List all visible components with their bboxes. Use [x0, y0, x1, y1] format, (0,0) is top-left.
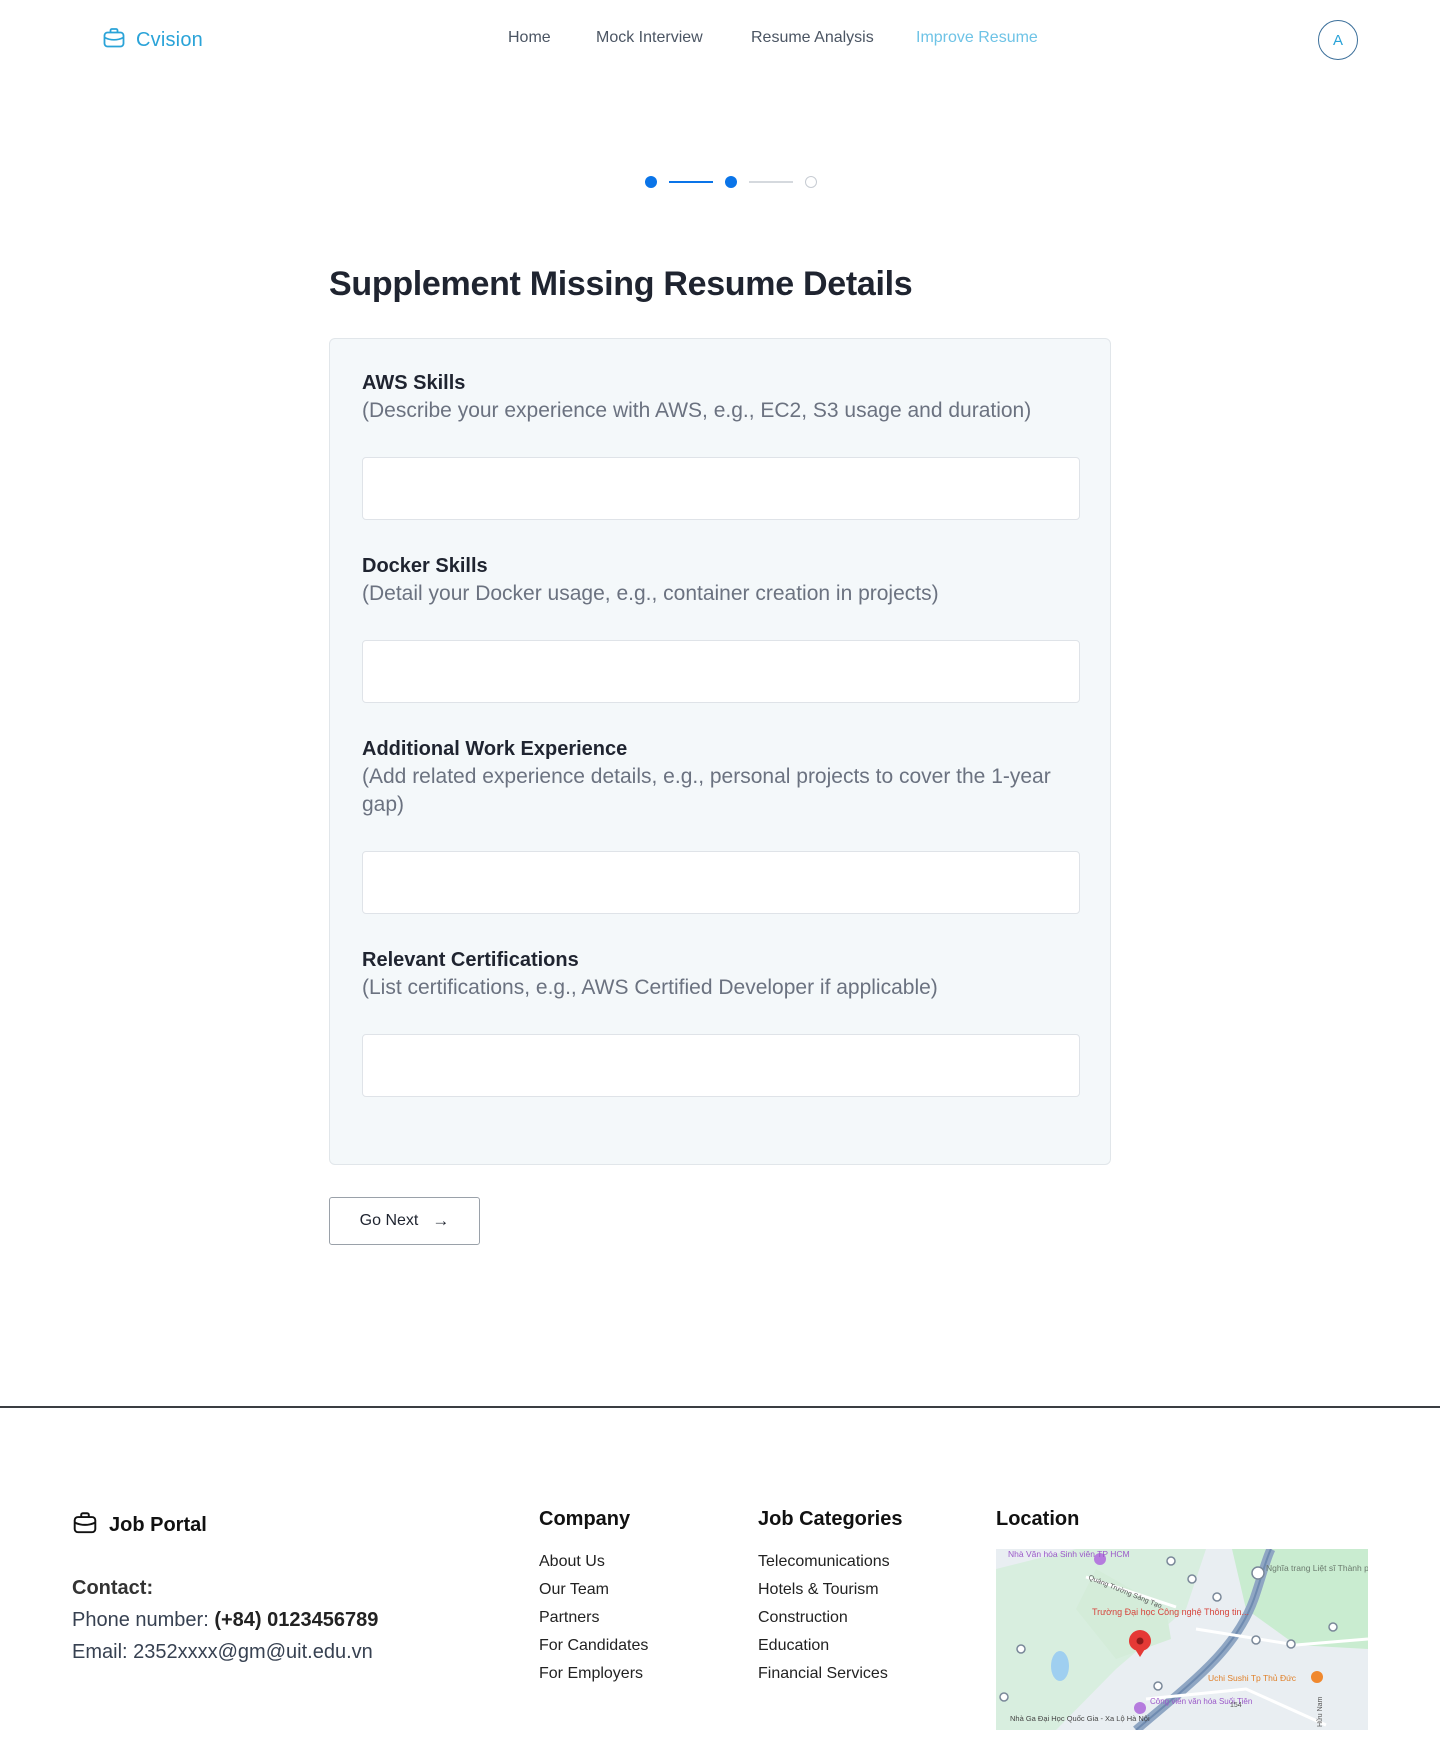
field-hint: (List certifications, e.g., AWS Certifie…: [362, 976, 938, 999]
footer-link-hotels-tourism[interactable]: Hotels & Tourism: [758, 1576, 902, 1604]
map-bus-stop-icon: [1251, 1635, 1261, 1645]
map-label: Uchi Sushi Tp Thủ Đức: [1208, 1673, 1297, 1683]
footer-link-education[interactable]: Education: [758, 1632, 902, 1660]
step-1-indicator: [645, 176, 657, 188]
location-map[interactable]: Nhà Văn hóa Sinh viên TP HCM Nghĩa trang…: [996, 1549, 1368, 1730]
briefcase-icon: [102, 26, 126, 55]
field-label: AWS Skills: [362, 372, 466, 394]
map-label: Trường Đại học Công nghệ Thông tin...: [1092, 1607, 1249, 1617]
map-bus-stop-icon: [1166, 1556, 1176, 1566]
brand-logo[interactable]: Cvision: [102, 26, 203, 55]
field-label: Additional Work Experience: [362, 738, 628, 760]
work-experience-input[interactable]: [362, 851, 1080, 914]
footer-link-partners[interactable]: Partners: [539, 1604, 648, 1632]
footer-contact: Contact: Phone number: (+84) 0123456789 …: [72, 1572, 378, 1668]
aws-skills-input[interactable]: [362, 457, 1080, 520]
footer-link-for-employers[interactable]: For Employers: [539, 1660, 648, 1688]
certifications-input[interactable]: [362, 1034, 1080, 1097]
footer-link-for-candidates[interactable]: For Candidates: [539, 1632, 648, 1660]
footer-link-our-team[interactable]: Our Team: [539, 1576, 648, 1604]
nav-resume-analysis[interactable]: Resume Analysis: [751, 29, 874, 47]
field-label: Relevant Certifications: [362, 949, 579, 971]
user-avatar[interactable]: A: [1318, 20, 1358, 60]
categories-heading: Job Categories: [758, 1508, 903, 1530]
briefcase-icon: [72, 1510, 98, 1541]
map-bus-stop-icon: [999, 1692, 1009, 1702]
map-label: Hữu Nam: [1317, 1696, 1324, 1727]
email-label: Email:: [72, 1641, 128, 1663]
map-label: 154: [1230, 1702, 1242, 1709]
step-connector-1: [669, 181, 713, 183]
map-bus-stop-icon: [1016, 1644, 1026, 1654]
contact-phone: Phone number: (+84) 0123456789: [72, 1604, 378, 1636]
docker-skills-input[interactable]: [362, 640, 1080, 703]
footer-brand-name: Job Portal: [109, 1514, 207, 1536]
phone-number: (+84) 0123456789: [214, 1609, 379, 1631]
location-heading: Location: [996, 1508, 1080, 1530]
top-nav-bar: Cvision Home Mock Interview Resume Analy…: [0, 0, 1440, 80]
map-label: Nghĩa trang Liệt sĩ Thành phố Hồ Chí Min…: [1266, 1563, 1368, 1573]
footer-link-about-us[interactable]: About Us: [539, 1548, 648, 1576]
map-bus-stop-icon: [1153, 1681, 1163, 1691]
nav-mock-interview[interactable]: Mock Interview: [596, 29, 703, 47]
company-heading: Company: [539, 1508, 631, 1530]
contact-email: Email: 2352xxxx@gm@uit.edu.vn: [72, 1636, 378, 1668]
footer-company-column: Company About Us Our Team Partners For C…: [539, 1508, 648, 1688]
map-park-icon: [1134, 1702, 1146, 1714]
map-bus-stop-icon: [1212, 1592, 1222, 1602]
map-label: Nhà Văn hóa Sinh viên TP HCM: [1008, 1549, 1130, 1559]
footer-location-column: Location: [996, 1508, 1079, 1548]
email-address: 2352xxxx@gm@uit.edu.vn: [133, 1641, 373, 1663]
map-cemetery-icon: [1251, 1566, 1265, 1580]
footer-link-telecomunications[interactable]: Telecomunications: [758, 1548, 902, 1576]
step-connector-2: [749, 181, 793, 183]
step-3-indicator: [805, 176, 817, 188]
map-label: Nhà Ga Đại Học Quốc Gia - Xa Lộ Hà Nội: [1010, 1714, 1150, 1723]
footer-categories-column: Job Categories Telecomunications Hotels …: [758, 1508, 902, 1688]
footer-link-financial-services[interactable]: Financial Services: [758, 1660, 902, 1688]
go-next-label: Go Next: [359, 1212, 419, 1229]
field-hint: (Detail your Docker usage, e.g., contain…: [362, 582, 939, 605]
footer-link-construction[interactable]: Construction: [758, 1604, 902, 1632]
map-bus-stop-icon: [1187, 1574, 1197, 1584]
arrow-right-icon: →: [432, 1211, 450, 1230]
map-pin-center: [1136, 1637, 1144, 1645]
footer-brand[interactable]: Job Portal: [72, 1510, 207, 1541]
page-title: Supplement Missing Resume Details: [329, 265, 913, 303]
map-bus-stop-icon: [1286, 1639, 1296, 1649]
field-hint: (Add related experience details, e.g., p…: [362, 765, 1051, 816]
brand-name: Cvision: [136, 29, 203, 51]
field-relevant-certifications: Relevant Certifications (List certificat…: [362, 946, 1080, 1097]
field-additional-work-experience: Additional Work Experience (Add related …: [362, 735, 1080, 914]
step-2-indicator: [725, 176, 737, 188]
field-aws-skills: AWS Skills (Describe your experience wit…: [362, 369, 1080, 520]
map-restaurant-icon: [1311, 1671, 1323, 1683]
progress-stepper: [645, 176, 817, 188]
phone-label: Phone number:: [72, 1609, 209, 1631]
nav-improve-resume[interactable]: Improve Resume: [916, 29, 1038, 47]
footer-divider: [0, 1406, 1440, 1408]
resume-details-form: AWS Skills (Describe your experience wit…: [329, 338, 1111, 1165]
nav-home[interactable]: Home: [508, 29, 551, 47]
field-hint: (Describe your experience with AWS, e.g.…: [362, 399, 1032, 422]
contact-heading: Contact:: [72, 1577, 154, 1599]
map-bus-stop-icon: [1328, 1622, 1338, 1632]
map-lake: [1051, 1651, 1069, 1681]
field-docker-skills: Docker Skills (Detail your Docker usage,…: [362, 552, 1080, 703]
go-next-button[interactable]: Go Next →: [329, 1197, 480, 1245]
field-label: Docker Skills: [362, 555, 488, 577]
